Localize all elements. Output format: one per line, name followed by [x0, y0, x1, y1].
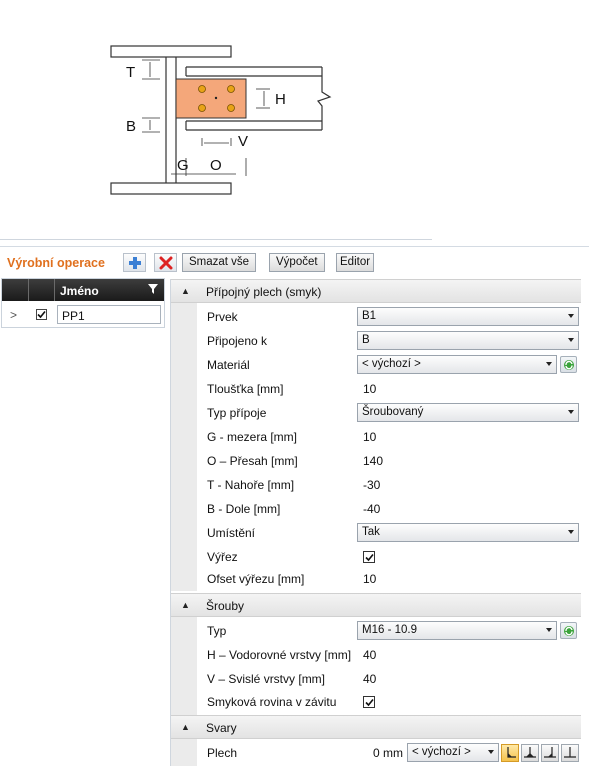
prop-row-pripojeno: Připojeno k B	[197, 329, 582, 353]
weld-left-fillet-button[interactable]	[541, 744, 559, 762]
butt-weld-icon	[564, 747, 576, 758]
dim-label-V: V	[238, 133, 248, 150]
horizontal-rows-value[interactable]: 40	[363, 648, 376, 662]
bolt-type-select[interactable]: M16 - 10.9	[357, 621, 557, 640]
prop-row-bottom: B - Dole [mm] -40	[207, 502, 381, 516]
dim-label-O: O	[210, 157, 222, 174]
checkmark-icon	[37, 310, 46, 319]
placement-select[interactable]: Tak	[357, 523, 579, 542]
weld-material-select[interactable]: < výchozí >	[407, 743, 499, 762]
bolt-refresh-button[interactable]	[560, 622, 577, 639]
gap-value[interactable]: 10	[363, 430, 376, 444]
prop-row-material: Materiál < výchozí >	[197, 353, 582, 377]
bottom-value[interactable]: -40	[363, 502, 380, 516]
property-grid-edge	[581, 279, 589, 766]
section-header-plate[interactable]: ▲ Přípojný plech (smyk)	[171, 279, 582, 303]
material-refresh-button[interactable]	[560, 356, 577, 373]
prop-row-gap: G - mezera [mm] 10	[207, 430, 377, 444]
prop-row-bolt-type: Typ M16 - 10.9	[197, 619, 582, 643]
section-header-bolts[interactable]: ▲ Šrouby	[171, 593, 582, 617]
column-bottom-flange	[110, 182, 232, 195]
connection-sketch: T B H V G O	[110, 45, 332, 195]
weld-double-fillet-button[interactable]	[521, 744, 539, 762]
drawing-divider	[0, 239, 432, 240]
connection-drawing: T B H V G O	[0, 0, 589, 247]
delete-operation-button[interactable]	[154, 253, 177, 272]
weld-single-fillet-button[interactable]	[501, 744, 519, 762]
prop-row-shear-plane: Smyková rovina v závitu	[197, 690, 582, 714]
property-grid: ▲ Přípojný plech (smyk) Prvek B1 Připoje…	[170, 279, 582, 766]
row-checkbox[interactable]	[36, 309, 47, 320]
collapse-triangle-icon[interactable]: ▲	[181, 722, 190, 732]
thickness-value[interactable]: 10	[363, 382, 376, 396]
notch-offset-value[interactable]: 10	[363, 572, 376, 586]
dim-label-B: B	[126, 118, 136, 135]
prop-row-thickness: Tloušťka [mm] 10	[207, 382, 377, 396]
prop-row-placement: Umístění Tak	[197, 521, 582, 545]
collapse-triangle-icon[interactable]: ▲	[181, 600, 190, 610]
row-name-cell[interactable]: PP1	[57, 305, 161, 324]
checkmark-icon	[364, 553, 374, 561]
left-fillet-weld-icon	[544, 747, 556, 758]
operations-grid: Jméno > PP1	[1, 278, 165, 328]
weld-size-value[interactable]: 0 mm	[373, 746, 403, 760]
connection-type-select[interactable]: Šroubovaný	[357, 403, 579, 422]
operations-toolbar: Výrobní operace Smazat vše Výpočet Edito…	[0, 250, 589, 276]
plus-icon	[128, 256, 141, 269]
row-selector-icon: >	[10, 308, 18, 322]
dim-label-G: G	[177, 157, 189, 174]
vertical-rows-value[interactable]: 40	[363, 672, 376, 686]
column-header-name[interactable]: Jméno	[60, 284, 99, 298]
red-x-icon	[159, 256, 172, 269]
prvek-select[interactable]: B1	[357, 307, 579, 326]
material-select[interactable]: < výchozí >	[357, 355, 557, 374]
overlap-value[interactable]: 140	[363, 454, 383, 468]
add-operation-button[interactable]	[123, 253, 146, 272]
top-value[interactable]: -30	[363, 478, 380, 492]
delete-all-button[interactable]: Smazat vše	[182, 253, 257, 272]
prop-row-horizontal-rows: H – Vodorovné vrstvy [mm] 40	[207, 648, 377, 662]
fin-plate	[175, 78, 247, 119]
editor-button[interactable]: Editor	[336, 253, 375, 272]
table-row[interactable]: > PP1	[2, 303, 164, 327]
connected-to-select[interactable]: B	[357, 331, 579, 350]
toolbar-title: Výrobní operace	[7, 256, 105, 270]
prop-row-connection-type: Typ přípoje Šroubovaný	[197, 401, 582, 425]
shear-plane-checkbox[interactable]	[363, 696, 375, 708]
prop-row-notch-offset: Ofset výřezu [mm] 10	[207, 572, 377, 586]
prop-row-notch: Výřez	[197, 545, 582, 569]
filter-icon[interactable]	[148, 283, 158, 295]
notch-checkbox[interactable]	[363, 551, 375, 563]
prop-row-top: T - Nahoře [mm] -30	[207, 478, 381, 492]
prop-row-prvek: Prvek B1	[197, 305, 582, 329]
prop-row-vertical-rows: V – Svislé vrstvy [mm] 40	[207, 672, 377, 686]
dim-label-T: T	[126, 64, 135, 81]
weld-butt-button[interactable]	[561, 744, 579, 762]
column-top-flange	[110, 45, 232, 58]
section-header-welds[interactable]: ▲ Svary	[171, 715, 582, 739]
checkmark-icon	[364, 698, 374, 706]
refresh-icon	[563, 625, 574, 636]
drawing-border	[0, 246, 589, 247]
double-fillet-weld-icon	[524, 747, 536, 758]
prop-row-weld-plate: Plech 0 mm < výchozí >	[197, 741, 582, 765]
collapse-triangle-icon[interactable]: ▲	[181, 286, 190, 296]
prop-row-overlap: O – Přesah [mm] 140	[207, 454, 384, 468]
calculate-button[interactable]: Výpočet	[269, 253, 325, 272]
fillet-weld-icon	[507, 747, 516, 758]
dim-label-H: H	[275, 91, 286, 108]
grid-header: Jméno	[2, 279, 164, 301]
refresh-icon	[563, 359, 574, 370]
